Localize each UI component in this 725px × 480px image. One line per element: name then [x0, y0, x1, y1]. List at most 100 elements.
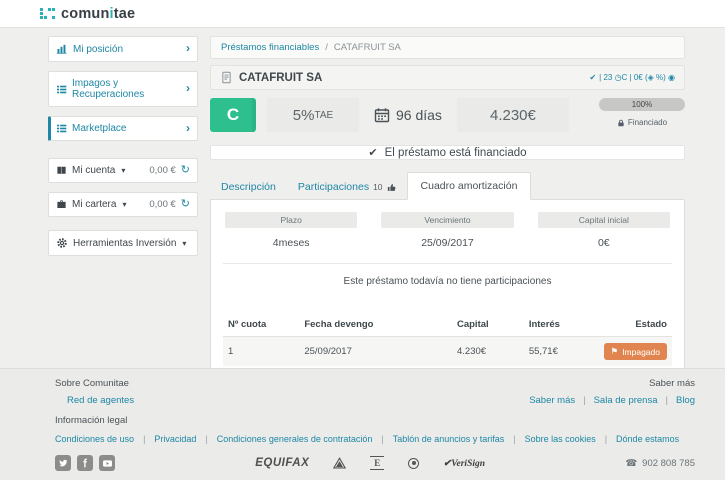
footer-link-privacidad[interactable]: Privacidad — [154, 434, 196, 444]
term-days-label: 96 días — [396, 107, 442, 123]
refresh-icon[interactable]: ↻ — [181, 166, 190, 175]
sidebar-item-label: Mi cartera — [72, 199, 116, 210]
loan-stats-row: C 5%TAE 96 días 4.230€ 100% Financiado — [210, 98, 685, 132]
chart-icon — [56, 43, 68, 55]
col-header-cuota: Nº cuota — [223, 313, 299, 337]
sidebar-item-label: Mi posición — [73, 44, 123, 55]
footer-link-condiciones-contratacion[interactable]: Condiciones generales de contratación — [217, 434, 373, 444]
tab-participaciones[interactable]: Participaciones 10 — [287, 175, 407, 199]
separator — [205, 434, 207, 444]
check-icon: ✔ — [589, 73, 596, 82]
footer-link-sala-de-prensa[interactable]: Sala de prensa — [594, 395, 658, 406]
funded-status: Financiado — [599, 118, 685, 127]
phone-contact: ☎ 902 808 785 — [625, 458, 695, 469]
separator — [666, 395, 668, 406]
rate-unit: TAE — [314, 110, 333, 121]
sidebar-item-label: Mi cuenta — [72, 165, 115, 176]
calendar-icon — [374, 107, 390, 123]
funded-banner-text: El préstamo está financiado — [385, 147, 527, 159]
tab-cuadro-amortizacion[interactable]: Cuadro amortización — [407, 172, 532, 200]
youtube-icon[interactable] — [99, 455, 115, 471]
chevron-right-icon: › — [186, 124, 190, 134]
loan-meta-text: | 23 ◷C | 0€ (◈ %) ◉ — [599, 73, 675, 82]
sidebar-item-label: Impagos y Recuperaciones — [72, 78, 181, 100]
amount-box: 4.230€ — [457, 98, 569, 132]
summary-header-plazo: Plazo — [225, 212, 357, 228]
tabs: Descripción Participaciones 10 Cuadro am… — [210, 172, 685, 199]
portfolio-balance: 0,00 € — [149, 199, 175, 210]
breadcrumb-separator: / — [325, 42, 328, 53]
funding-progress: 100% Financiado — [599, 98, 685, 127]
term-days: 96 días — [374, 98, 442, 132]
document-icon — [220, 71, 233, 84]
twitter-icon[interactable] — [55, 455, 71, 471]
logo-grid-icon — [40, 8, 55, 19]
breadcrumb-current: CATAFRUIT SA — [334, 42, 401, 53]
tab-descripcion[interactable]: Descripción — [210, 175, 287, 199]
rate-box: 5%TAE — [267, 98, 359, 132]
sidebar-item-label: Herramientas Inversión — [73, 238, 176, 249]
footer-link-red-de-agentes[interactable]: Red de agentes — [67, 395, 134, 406]
footer-link-tablon-anuncios[interactable]: Tablón de anuncios y tarifas — [393, 434, 505, 444]
chevron-down-icon: ▾ — [182, 239, 186, 248]
chevron-right-icon: › — [186, 84, 190, 94]
list-icon — [56, 123, 67, 134]
footer-link-saber-mas[interactable]: Saber más — [529, 395, 575, 406]
rate-value: 5% — [293, 107, 315, 124]
col-header-estado: Estado — [596, 313, 672, 337]
footer-legal-heading: Información legal — [55, 415, 695, 426]
comunitae-logo[interactable]: comunitae — [40, 6, 135, 22]
separator — [143, 434, 145, 444]
phone-icon: ☎ — [625, 458, 637, 469]
asnef-logo — [333, 457, 346, 470]
footer: Sobre Comunitae Red de agentes Saber más… — [0, 368, 725, 480]
sidebar-item-mi-cartera[interactable]: Mi cartera ▾ 0,00 € ↻ — [48, 192, 198, 217]
equifax-logo: EQUIFAX — [255, 457, 309, 469]
cell-interes: 55,71€ — [524, 337, 596, 367]
list-icon — [56, 84, 67, 95]
sidebar-item-mi-cuenta[interactable]: Mi cuenta ▾ 0,00 € ↻ — [48, 158, 198, 183]
sidebar-item-label: Marketplace — [72, 123, 126, 134]
ledger-icon — [56, 165, 67, 176]
col-header-capital: Capital — [452, 313, 524, 337]
chevron-right-icon: › — [186, 44, 190, 54]
amortization-panel: Plazo 4meses Vencimiento 25/09/2017 Capi… — [210, 199, 685, 368]
breadcrumb: Préstamos financiables / CATAFRUIT SA — [210, 36, 685, 59]
summary-header-capital-inicial: Capital inicial — [538, 212, 670, 228]
top-bar: comunitae — [0, 0, 725, 28]
main-content: Préstamos financiables / CATAFRUIT SA CA… — [210, 36, 685, 368]
sidebar-item-herramientas[interactable]: Herramientas Inversión ▾ — [48, 230, 198, 256]
breadcrumb-link-prestamos[interactable]: Préstamos financiables — [221, 42, 319, 53]
footer-about-heading: Sobre Comunitae — [55, 378, 134, 389]
seal-logo — [408, 458, 419, 469]
gear-icon — [56, 237, 68, 249]
partner-logos: EQUIFAX E ✔VeriSign — [115, 456, 625, 470]
participaciones-count: 10 — [373, 182, 382, 192]
check-icon: ✔ — [368, 146, 377, 159]
divider — [223, 263, 672, 264]
phone-number: 902 808 785 — [642, 458, 695, 469]
cell-fecha: 25/09/2017 — [299, 337, 452, 367]
amortization-table: Nº cuota Fecha devengo Capital Interés E… — [223, 313, 672, 366]
flag-icon: ⚑ — [611, 346, 619, 357]
footer-link-donde-estamos[interactable]: Dónde estamos — [616, 434, 679, 444]
loan-meta: ✔ | 23 ◷C | 0€ (◈ %) ◉ — [589, 73, 675, 82]
funded-label: Financiado — [628, 118, 667, 127]
status-badge-label: Impagado — [622, 347, 660, 357]
sidebar-item-mi-posicion[interactable]: Mi posición › — [48, 36, 198, 62]
refresh-icon[interactable]: ↻ — [181, 200, 190, 209]
loan-title-bar: CATAFRUIT SA ✔ | 23 ◷C | 0€ (◈ %) ◉ — [210, 65, 685, 90]
loan-title: CATAFRUIT SA — [239, 72, 322, 84]
facebook-icon[interactable] — [77, 455, 93, 471]
crest-logo: E — [370, 456, 384, 470]
no-participations-message: Este préstamo todavía no tiene participa… — [223, 276, 672, 287]
sidebar-item-impagos[interactable]: Impagos y Recuperaciones › — [48, 71, 198, 107]
footer-link-cookies[interactable]: Sobre las cookies — [525, 434, 596, 444]
summary-value-plazo: 4meses — [225, 237, 357, 249]
separator — [513, 434, 515, 444]
sidebar-item-marketplace[interactable]: Marketplace › — [48, 116, 198, 141]
summary-value-vencimiento: 25/09/2017 — [381, 237, 513, 249]
footer-link-blog[interactable]: Blog — [676, 395, 695, 406]
footer-link-condiciones-uso[interactable]: Condiciones de uso — [55, 434, 134, 444]
separator — [583, 395, 585, 406]
